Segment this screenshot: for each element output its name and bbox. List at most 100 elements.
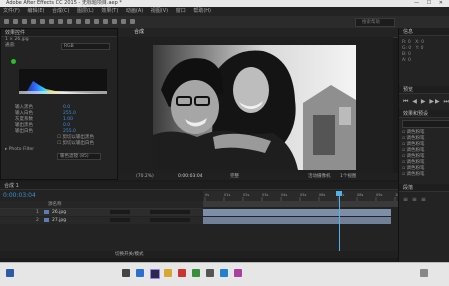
search-box[interactable]: 搜索帮助 <box>355 18 395 27</box>
app-icon-gray[interactable] <box>206 269 214 277</box>
os-taskbar <box>0 262 449 286</box>
menu-effect[interactable]: 效果(T) <box>101 8 118 14</box>
effects-search-input[interactable] <box>402 120 449 128</box>
resolution-select[interactable]: 完整 <box>230 173 239 180</box>
param-label: 灰度系数 <box>15 117 33 122</box>
menu-view[interactable]: 视图(V) <box>151 8 168 14</box>
puppet-tool-icon[interactable] <box>130 19 135 24</box>
rotate-tool-icon[interactable] <box>40 19 45 24</box>
menu-edit[interactable]: 编辑(E) <box>27 8 44 14</box>
param-label: 输出白色 <box>15 129 33 134</box>
right-panels: 信息 R: 0 X: 0 G: 0 Y: 0 B: 0 A: 0 预览 ⏮ ◀ … <box>398 28 449 262</box>
zoom-tool-icon[interactable] <box>31 19 36 24</box>
folder-icon[interactable] <box>164 269 172 277</box>
menu-bar: 文件(F) 编辑(E) 合成(C) 图层(L) 效果(T) 动画(A) 视图(V… <box>0 7 449 16</box>
menu-animation[interactable]: 动画(A) <box>126 8 143 14</box>
layer-number: 2 <box>36 218 39 223</box>
camera-select[interactable]: 活动摄像机 <box>308 173 331 180</box>
selection-tool-icon[interactable] <box>13 19 18 24</box>
browser-icon[interactable] <box>136 269 144 277</box>
clone-tool-icon[interactable] <box>103 19 108 24</box>
timeline-tab[interactable]: 合成 1 <box>0 182 398 190</box>
param-label: 输入黑色 <box>15 105 33 110</box>
menu-composition[interactable]: 合成(C) <box>52 8 69 14</box>
preview-controls[interactable]: ⏮ ◀ ▶ ▶▶ ⏭ <box>403 98 449 106</box>
preview-tab[interactable]: 预览 <box>399 86 449 94</box>
clip-white-label: 剪切以输出白色 <box>62 141 94 146</box>
layer-name[interactable]: 26.jpg <box>52 209 66 216</box>
toggle-switches-modes[interactable]: 切换开关/模式 <box>115 251 144 258</box>
layer-name[interactable]: 27.jpg <box>52 217 66 224</box>
levels-params: 输入黑色 0.0 输入白色 255.0 灰度系数 1.00 输出黑色 0.0 输… <box>5 105 115 160</box>
ruler-label: 05s <box>300 193 306 197</box>
effects-presets-tab-label: 效果和预设 <box>403 111 429 117</box>
ruler-label: 03s <box>262 193 268 197</box>
layer-number: 1 <box>36 210 39 215</box>
camera-tool-icon[interactable] <box>49 19 54 24</box>
menu-file[interactable]: 文件(F) <box>3 8 20 14</box>
layer-switches[interactable] <box>110 210 130 214</box>
paragraph-align-icons[interactable]: ≡ ≡ ≡ <box>403 196 427 203</box>
layer-row[interactable]: 1 26.jpg <box>0 209 203 216</box>
taskbar-app-icon[interactable] <box>122 269 130 277</box>
eraser-tool-icon[interactable] <box>112 19 117 24</box>
effects-presets-tab[interactable]: 效果和预设 <box>399 110 449 118</box>
search-input[interactable]: 搜索帮助 <box>356 20 380 25</box>
brush-tool-icon[interactable] <box>94 19 99 24</box>
pan-behind-icon[interactable] <box>58 19 63 24</box>
viewer-timecode[interactable]: 0:00:03:04 <box>178 173 203 180</box>
app-icon-red[interactable] <box>178 269 186 277</box>
list-item[interactable]: ▫ 调色粉笔 <box>402 172 448 178</box>
effect-controls-tab-label: 效果控件 <box>5 30 26 36</box>
layer-switches[interactable] <box>110 218 130 222</box>
after-effects-icon[interactable] <box>150 269 160 279</box>
info-tab[interactable]: 信息 <box>399 28 449 36</box>
info-readout: R: 0 X: 0 G: 0 Y: 0 B: 0 A: 0 <box>402 40 424 63</box>
parent-select[interactable] <box>150 210 190 214</box>
parent-select[interactable] <box>150 218 190 222</box>
timeline-timecode[interactable]: 0:00:03:04 <box>3 192 36 199</box>
composition-image <box>153 45 356 170</box>
hand-tool-icon[interactable] <box>22 19 27 24</box>
work-area-bar[interactable] <box>203 201 398 207</box>
playhead-handle-icon[interactable] <box>336 191 342 196</box>
views-select[interactable]: 1个视图 <box>340 173 356 180</box>
menu-layer[interactable]: 图层(L) <box>77 8 94 14</box>
text-tool-icon[interactable] <box>85 19 90 24</box>
histogram-indicator-icon <box>11 59 16 64</box>
effect-controls-tab[interactable]: 效果控件 <box>1 29 117 37</box>
start-icon[interactable] <box>6 269 14 277</box>
home-icon[interactable] <box>4 19 9 24</box>
window-title: Adobe After Effects CC 2015 - 无标题项目.aep … <box>6 0 122 6</box>
pen-tool-icon[interactable] <box>76 19 81 24</box>
timeline-tab-label: 合成 1 <box>4 183 19 189</box>
ruler-label: 02s <box>243 193 249 197</box>
param-value[interactable]: 255.0 <box>63 129 76 135</box>
roto-brush-icon[interactable] <box>121 19 126 24</box>
zoom-level[interactable]: (70.2%) <box>136 173 154 180</box>
layer-thumb-icon <box>44 210 49 214</box>
tray-icon[interactable] <box>420 269 428 277</box>
app-icon-blue[interactable] <box>220 269 228 277</box>
effect-controls-panel: 效果控件 1 × 26.jpg 通道: RGB 输入黑色 0.0 输入白色 25… <box>0 28 118 180</box>
layer-thumb-icon <box>44 218 49 222</box>
channel-select[interactable]: RGB <box>61 43 110 50</box>
layer-track-bar[interactable] <box>203 217 391 224</box>
window-controls[interactable]: — ☐ ✕ <box>414 0 446 7</box>
menu-help[interactable]: 帮助(H) <box>193 8 211 14</box>
paragraph-tab[interactable]: 段落 <box>399 184 449 192</box>
tab-composition[interactable]: 合成 <box>134 28 144 37</box>
filter-select[interactable]: 暖色滤镜 (85) <box>57 153 101 160</box>
ruler-ticks: 0s01s02s03s04s05s06s07s08s09s10s <box>204 193 401 201</box>
ruler-label: 09s <box>376 193 382 197</box>
layer-track-bar[interactable] <box>203 209 391 216</box>
app-icon-green[interactable] <box>192 269 200 277</box>
photo-filter-label: Photo Filter <box>8 147 35 152</box>
playhead[interactable] <box>339 191 340 251</box>
menu-window[interactable]: 窗口 <box>176 8 186 14</box>
layer-row[interactable]: 2 27.jpg <box>0 217 203 224</box>
rectangle-tool-icon[interactable] <box>67 19 72 24</box>
histogram-chart <box>19 81 107 94</box>
time-ruler[interactable]: 0s01s02s03s04s05s06s07s08s09s10s <box>203 191 401 201</box>
app-icon-purple[interactable] <box>234 269 242 277</box>
